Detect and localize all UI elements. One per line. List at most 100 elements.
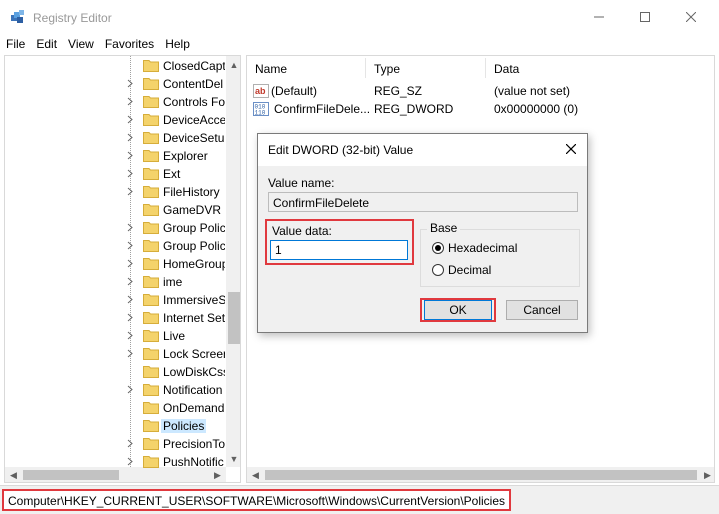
folder-icon xyxy=(143,438,159,450)
tree-item[interactable]: GameDVR xyxy=(5,201,225,219)
tree-item[interactable]: LowDiskCss xyxy=(5,363,225,381)
folder-icon xyxy=(143,366,159,378)
registry-tree[interactable]: ▲ ▼ ◀ ▶ ClosedCapt ContentDel Controls Fo D… xyxy=(4,55,241,483)
minimize-icon xyxy=(594,16,604,18)
menu-favorites[interactable]: Favorites xyxy=(99,34,159,54)
radio-hex-label: Hexadecimal xyxy=(448,241,518,255)
tree-item[interactable]: Explorer xyxy=(5,147,225,165)
menu-file[interactable]: File xyxy=(0,34,30,54)
tree-item-label: Notification xyxy=(163,383,223,397)
chevron-right-icon[interactable] xyxy=(126,439,134,448)
tree-item-label: Internet Set xyxy=(163,311,225,325)
tree-vertical-scrollbar[interactable]: ▲ ▼ xyxy=(226,56,240,467)
tree-item[interactable]: ClosedCapt xyxy=(5,57,225,75)
chevron-right-icon[interactable] xyxy=(126,169,134,178)
column-header-name[interactable]: Name xyxy=(247,56,287,80)
menu-view[interactable]: View xyxy=(62,34,99,54)
scroll-up-icon[interactable]: ▲ xyxy=(226,56,240,73)
tree-item[interactable]: Controls Fo xyxy=(5,93,225,111)
column-header-data[interactable]: Data xyxy=(486,56,519,80)
radio-checked-icon[interactable] xyxy=(432,242,444,254)
registry-path[interactable]: Computer\HKEY_CURRENT_USER\SOFTWARE\Micr… xyxy=(2,489,512,511)
tree-item[interactable]: Internet Set xyxy=(5,309,225,327)
tree-item-label: OnDemand xyxy=(163,401,225,415)
tree-item[interactable]: Live xyxy=(5,327,225,345)
folder-icon xyxy=(143,96,159,108)
folder-icon xyxy=(143,78,159,90)
value-data: (value not set) xyxy=(494,84,571,98)
maximize-button[interactable] xyxy=(622,0,668,34)
tree-item[interactable]: HomeGroup xyxy=(5,255,225,273)
chevron-right-icon[interactable] xyxy=(126,295,134,304)
list-hscroll-thumb[interactable] xyxy=(265,470,697,480)
tree-item[interactable]: OnDemand xyxy=(5,399,225,417)
tree-item[interactable]: ime xyxy=(5,273,225,291)
chevron-right-icon[interactable] xyxy=(126,349,134,358)
value-row-confirmfiledelete[interactable]: 010 110 ConfirmFileDele... REG_DWORD 0x0… xyxy=(247,100,714,118)
menu-help[interactable]: Help xyxy=(159,34,195,54)
tree-item[interactable]: Group Polic xyxy=(5,219,225,237)
close-button[interactable] xyxy=(668,0,714,34)
svg-text:ab: ab xyxy=(255,86,266,96)
value-name-label: Value name: xyxy=(268,176,335,190)
column-header-type[interactable]: Type xyxy=(366,56,400,80)
folder-icon xyxy=(143,114,159,126)
title-bar[interactable]: Registry Editor xyxy=(0,0,719,34)
menu-edit[interactable]: Edit xyxy=(30,34,62,54)
folder-icon xyxy=(143,186,159,198)
minimize-button[interactable] xyxy=(576,0,622,34)
tree-item[interactable]: DeviceSetup xyxy=(5,129,225,147)
tree-item[interactable]: Policies xyxy=(5,417,225,435)
folder-icon xyxy=(143,312,159,324)
radio-decimal[interactable]: Decimal xyxy=(432,262,491,278)
value-name: ConfirmFileDele... xyxy=(274,102,371,116)
chevron-right-icon[interactable] xyxy=(126,385,134,394)
tree-item-label: FileHistory xyxy=(163,185,220,199)
tree-scroll-thumb[interactable] xyxy=(228,292,240,344)
chevron-right-icon[interactable] xyxy=(126,151,134,160)
tree-item[interactable]: Group Polic xyxy=(5,237,225,255)
folder-icon xyxy=(143,294,159,306)
chevron-right-icon[interactable] xyxy=(126,97,134,106)
tree-item-label: ime xyxy=(163,275,183,289)
maximize-icon xyxy=(640,12,650,22)
dialog-body: Value name: ConfirmFileDelete Value data… xyxy=(258,166,587,332)
tree-item[interactable]: FileHistory xyxy=(5,183,225,201)
tree-item[interactable]: ImmersiveS xyxy=(5,291,225,309)
radio-hexadecimal[interactable]: Hexadecimal xyxy=(432,240,517,256)
value-data-label: Value data: xyxy=(272,224,332,238)
radio-unchecked-icon[interactable] xyxy=(432,264,444,276)
chevron-right-icon[interactable] xyxy=(126,223,134,232)
tree-item[interactable]: DeviceAcce xyxy=(5,111,225,129)
chevron-right-icon[interactable] xyxy=(126,241,134,250)
chevron-right-icon[interactable] xyxy=(126,313,134,322)
chevron-right-icon[interactable] xyxy=(126,79,134,88)
tree-item-label: HomeGroup xyxy=(163,257,225,271)
ok-button[interactable]: OK xyxy=(424,300,492,320)
dialog-close-button[interactable] xyxy=(556,136,586,162)
folder-icon xyxy=(143,330,159,342)
tree-item[interactable]: Ext xyxy=(5,165,225,183)
list-horizontal-scrollbar[interactable]: ◀ ▶ xyxy=(247,467,714,482)
scroll-right-icon[interactable]: ▶ xyxy=(699,467,714,482)
chevron-right-icon[interactable] xyxy=(126,133,134,142)
folder-icon xyxy=(143,456,159,468)
scroll-left-icon[interactable]: ◀ xyxy=(247,467,264,482)
tree-hscroll-thumb[interactable] xyxy=(23,470,119,480)
chevron-right-icon[interactable] xyxy=(126,259,134,268)
chevron-right-icon[interactable] xyxy=(126,187,134,196)
scroll-down-icon[interactable]: ▼ xyxy=(226,450,240,467)
tree-item[interactable]: PrecisionTo xyxy=(5,435,225,453)
chevron-right-icon[interactable] xyxy=(126,457,134,466)
tree-item[interactable]: ContentDel xyxy=(5,75,225,93)
chevron-right-icon[interactable] xyxy=(126,277,134,286)
tree-item[interactable]: PushNotific xyxy=(5,453,225,471)
value-row-default[interactable]: ab (Default) REG_SZ (value not set) xyxy=(247,82,714,100)
chevron-right-icon[interactable] xyxy=(126,331,134,340)
value-data-input[interactable] xyxy=(270,240,408,260)
cancel-button[interactable]: Cancel xyxy=(506,300,578,320)
chevron-right-icon[interactable] xyxy=(126,115,134,124)
folder-icon xyxy=(143,348,159,360)
tree-item[interactable]: Notification xyxy=(5,381,225,399)
tree-item[interactable]: Lock Screen xyxy=(5,345,225,363)
